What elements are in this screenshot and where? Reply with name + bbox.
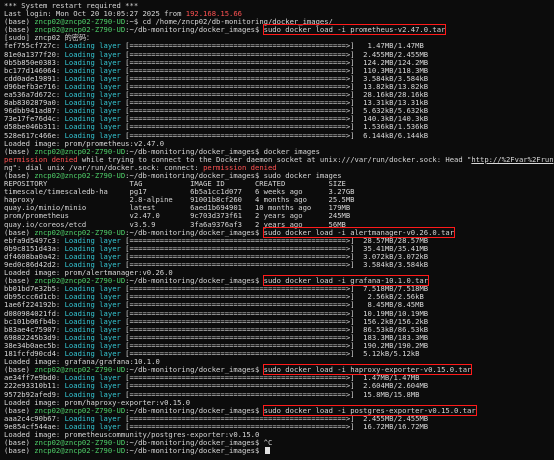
terminal-text: [=======================================… (120, 349, 420, 359)
terminal-line: (base) zncp02@zncp02-Z790-UD:~/db-monito… (4, 447, 554, 455)
highlighted-command: sudo docker load -i prometheus-v2.47.0.t… (262, 24, 447, 36)
text-cursor[interactable] (264, 447, 270, 455)
terminal-text: zncp02@zncp02-Z790-UD (34, 446, 126, 456)
terminal-text: http://%2Fvar%2Frun (471, 154, 554, 164)
terminal-text: (base) (4, 446, 35, 456)
terminal-text: :~/db-monitoring/docker_images$ (125, 446, 264, 456)
terminal-text: [=======================================… (120, 130, 429, 140)
terminal-window[interactable]: *** System restart required *** Last logi… (0, 0, 554, 460)
terminal-text: :~/db-monitoring/docker_images$ (125, 25, 264, 35)
